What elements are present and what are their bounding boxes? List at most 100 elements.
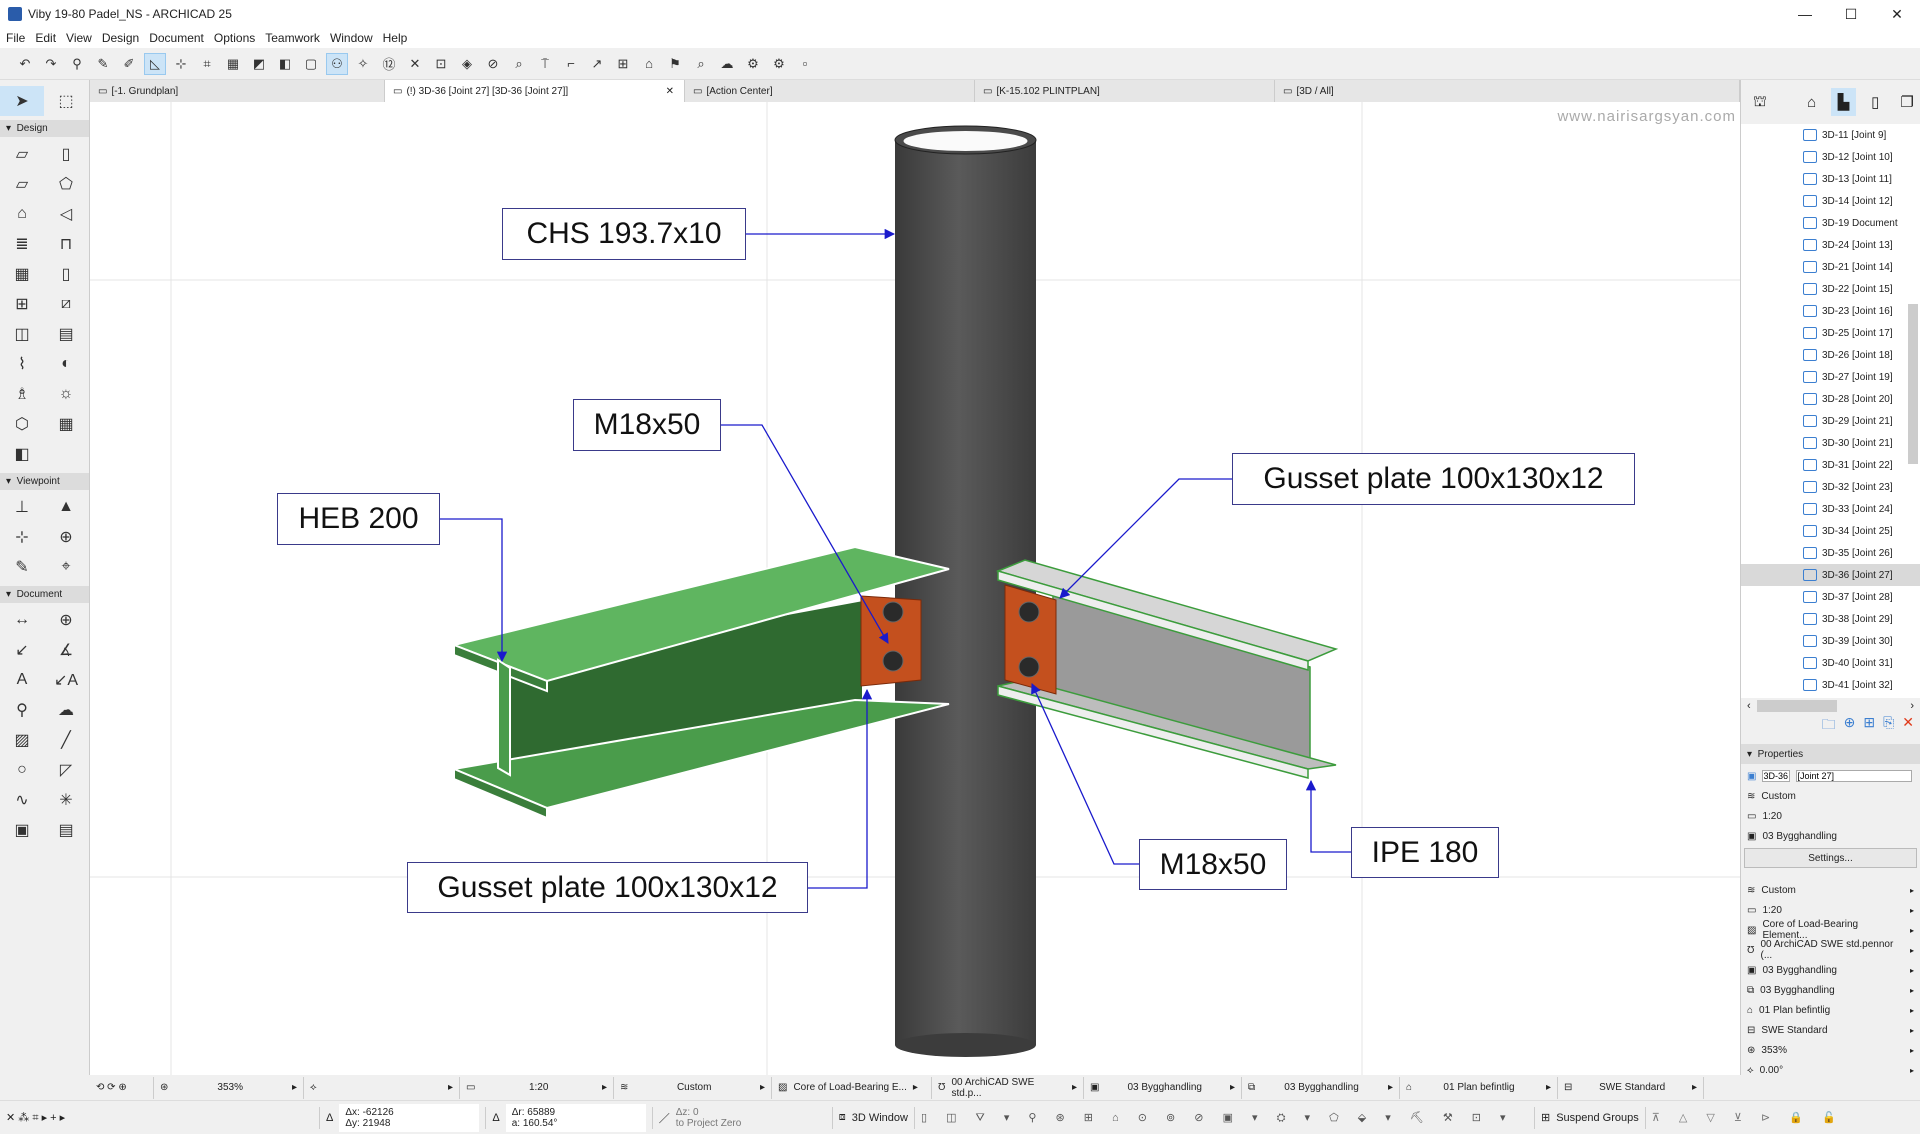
view-list-item[interactable]: 3D-23 [Joint 16] <box>1741 300 1920 322</box>
menu-options[interactable]: Options <box>214 31 255 45</box>
view-list-item[interactable]: 3D-22 [Joint 15] <box>1741 278 1920 300</box>
shell-tool-icon[interactable]: ◁ <box>44 199 88 229</box>
hotspot-tool-icon[interactable]: ✳ <box>44 785 88 815</box>
roof-tool-icon[interactable]: ⌂ <box>0 199 44 229</box>
grid-snap-icon[interactable]: ▦ <box>222 53 244 75</box>
toolbox-section-design[interactable]: ▾ Design <box>0 120 89 137</box>
marquee-tool-icon[interactable]: ⬚ <box>44 86 88 116</box>
view-list-item[interactable]: 3D-14 [Joint 12] <box>1741 190 1920 212</box>
scale-field[interactable]: ▭ 1:20 ▸ <box>460 1076 614 1099</box>
menu-help[interactable]: Help <box>383 31 408 45</box>
menu-view[interactable]: View <box>66 31 92 45</box>
prop-renovation-row[interactable]: ⧉ 03 Bygghandling ▸ <box>1741 980 1920 1000</box>
dimension-tool-icon[interactable]: ↔ <box>0 605 44 635</box>
layer-box-icon[interactable]: ▢ <box>300 53 322 75</box>
clone-folder-icon[interactable]: ⎘ <box>1883 714 1894 740</box>
figure-tool-icon[interactable]: ▣ <box>0 815 44 845</box>
view-list-item[interactable]: 3D-29 [Joint 21] <box>1741 410 1920 432</box>
label-ipe[interactable]: IPE 180 <box>1351 827 1499 878</box>
spline-tool-icon[interactable]: ∿ <box>0 785 44 815</box>
3d-view-tools[interactable]: ▯ ◫ ⛛ ▾ ⚲ ⊛ ⊞ ⌂ ⊙ ⊚ ⊘ ▣ ▾ ⛭ ▾ ⬠ ⬙ ▾ ⛏ ⚒ … <box>915 1106 1535 1129</box>
view-list-item[interactable]: 3D-25 [Joint 17] <box>1741 322 1920 344</box>
door-tool-icon[interactable]: ▯ <box>44 259 88 289</box>
elevation-tool-icon[interactable]: ▲ <box>44 492 88 522</box>
view-list-item[interactable]: 3D-32 [Joint 23] <box>1741 476 1920 498</box>
view-list-item[interactable]: 3D-37 [Joint 28] <box>1741 586 1920 608</box>
view-list-item[interactable]: 3D-38 [Joint 29] <box>1741 608 1920 630</box>
view-name-input[interactable] <box>1796 770 1913 782</box>
view-list-item[interactable]: 3D-13 [Joint 11] <box>1741 168 1920 190</box>
menu-window[interactable]: Window <box>330 31 373 45</box>
project-map-icon[interactable]: ⌂ <box>1799 88 1825 116</box>
plan-field[interactable]: ⌂ 01 Plan befintlig ▸ <box>1400 1076 1558 1099</box>
polyline-tool-icon[interactable]: ◸ <box>44 755 88 785</box>
menu-file[interactable]: File <box>6 31 25 45</box>
menu-document[interactable]: Document <box>149 31 204 45</box>
view-list-item[interactable]: 3D-27 [Joint 19] <box>1741 366 1920 388</box>
prop-pen-set-row[interactable]: Ʊ 00 ArchiCAD SWE std.pennor (... ▸ <box>1741 939 1920 961</box>
prop-model-view-row[interactable]: ▣ 03 Bygghandling ▸ <box>1741 960 1920 980</box>
railing-tool-icon[interactable]: ⊓ <box>44 229 88 259</box>
menu-teamwork[interactable]: Teamwork <box>265 31 320 45</box>
chair-tool-icon[interactable]: ♗ <box>0 379 44 409</box>
tab-4[interactable]: ▭ [3D / All] <box>1275 80 1740 102</box>
guide-lines-icon[interactable]: ◺ <box>144 52 166 75</box>
structure-field[interactable]: ▨ Core of Load-Bearing E... ▸ <box>772 1076 932 1099</box>
dimension-standard-field[interactable]: ⊟ SWE Standard ▸ <box>1558 1076 1704 1099</box>
redo-icon[interactable]: ↷ <box>40 53 62 75</box>
flag-icon[interactable]: ⌕ <box>690 53 712 75</box>
xy-coords-icon[interactable]: ⌗ <box>196 53 218 75</box>
magic-wand-icon[interactable]: ✧ <box>352 53 374 75</box>
pick-up-icon[interactable]: ⚲ <box>66 53 88 75</box>
marker-tool-icon[interactable]: ⚲ <box>0 695 44 725</box>
level-dimension-tool-icon[interactable]: ↙ <box>0 635 44 665</box>
view-list-item[interactable]: 3D-34 [Joint 25] <box>1741 520 1920 542</box>
merge-icon[interactable]: ⌂ <box>638 53 660 75</box>
column-tool-icon[interactable]: ▯ <box>44 139 88 169</box>
prop-structure-row[interactable]: ▨ Core of Load-Bearing Element... ▸ <box>1741 919 1920 941</box>
corner-window-tool-icon[interactable]: ◧ <box>0 439 44 469</box>
view-list-item[interactable]: 3D-30 [Joint 21] <box>1741 432 1920 454</box>
prop-layers-row[interactable]: ≋ Custom ▸ <box>1741 880 1920 900</box>
zoom-controls[interactable]: ⟲ ⟳ ⊕ <box>90 1076 154 1099</box>
camera-tool-icon[interactable]: ⌖ <box>44 552 88 582</box>
user-icon[interactable]: ⚇ <box>326 52 348 75</box>
menu-design[interactable]: Design <box>102 31 139 45</box>
find-icon[interactable]: ☁ <box>716 53 738 75</box>
view-list-item[interactable]: 3D-26 [Joint 18] <box>1741 344 1920 366</box>
model-view-field[interactable]: ▣ 03 Bygghandling ▸ <box>1084 1076 1242 1099</box>
view-list-item[interactable]: 3D-41 [Joint 32] <box>1741 674 1920 696</box>
mesh-tool-icon[interactable]: ⌇ <box>0 349 44 379</box>
dimension-12-icon[interactable]: ⑫ <box>378 53 400 75</box>
vertical-scrollbar[interactable] <box>1908 304 1918 464</box>
cloud-icon[interactable]: ⚙ <box>742 53 764 75</box>
curtain-panel-tool-icon[interactable]: ▦ <box>44 409 88 439</box>
section-icon[interactable]: ⊘ <box>482 53 504 75</box>
arrow-tool-icon[interactable]: ➤ <box>0 86 44 116</box>
zoom-field[interactable]: ⊛ 353% ▸ <box>154 1076 304 1099</box>
change-tool-icon[interactable]: ☁ <box>44 695 88 725</box>
label-bolt-top[interactable]: M18x50 <box>573 399 721 451</box>
cross-icon[interactable]: ✕ <box>404 53 426 75</box>
toolbox-section-document[interactable]: ▾ Document <box>0 586 89 603</box>
view-list-item[interactable]: 3D-12 [Joint 10] <box>1741 146 1920 168</box>
label-chs[interactable]: CHS 193.7x10 <box>502 208 746 260</box>
beam-tool-icon[interactable]: ⏥ <box>0 169 44 199</box>
interior-elevation-tool-icon[interactable]: ⊹ <box>0 522 44 552</box>
tab-1[interactable]: ▭ (!) 3D-36 [Joint 27] [3D-36 [Joint 27]]… <box>385 80 685 102</box>
prop-dimension-row[interactable]: ⊟ SWE Standard ▸ <box>1741 1020 1920 1040</box>
teamwork-release-icon[interactable]: ▫ <box>794 53 816 75</box>
corner-icon[interactable]: ↗ <box>586 53 608 75</box>
close-button[interactable]: ✕ <box>1874 0 1920 28</box>
minimize-button[interactable]: — <box>1782 0 1828 28</box>
tab-2[interactable]: ▭ [Action Center] <box>685 80 975 102</box>
drawing-tool-icon[interactable]: ▤ <box>44 815 88 845</box>
label-gusset-left[interactable]: Gusset plate 100x130x12 <box>407 862 808 913</box>
prop-plan-row[interactable]: ⌂ 01 Plan befintlig ▸ <box>1741 1000 1920 1020</box>
rotation-field[interactable]: ⟡ ▸ <box>304 1076 460 1099</box>
wall-pen-icon[interactable]: ◧ <box>274 53 296 75</box>
box-select-icon[interactable]: ◈ <box>456 53 478 75</box>
fill-icon[interactable]: ◩ <box>248 53 270 75</box>
new-view-icon[interactable]: ⊞ <box>1863 714 1875 740</box>
object-tool-icon[interactable]: ▤ <box>44 319 88 349</box>
